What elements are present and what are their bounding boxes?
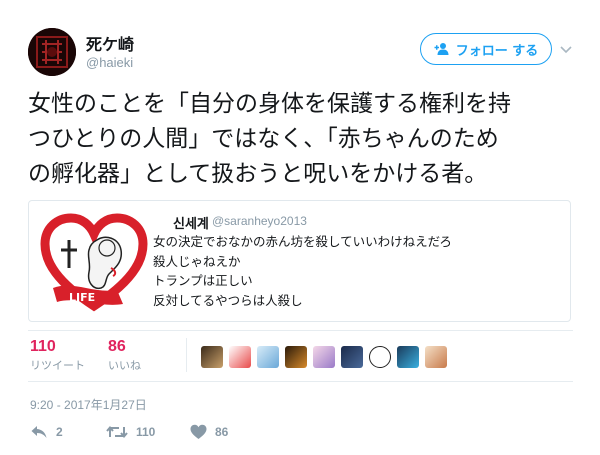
quoted-tweet-display-name: 신세계 (173, 217, 209, 232)
like-stat[interactable]: 86 いいね (108, 338, 141, 373)
quoted-tweet-handle: @saranheyo2013 (212, 214, 307, 228)
tweet-actions: 2 110 86 (30, 424, 270, 440)
like-button[interactable]: 86 (190, 424, 270, 440)
follow-button-label: フォロー する (455, 43, 539, 59)
stats-divider-top (28, 330, 573, 331)
tweet-text-line: 女性のことを「自分の身体を保護する権利を持 (28, 91, 511, 117)
liker-avatar[interactable] (285, 346, 307, 368)
liker-avatars (201, 346, 447, 368)
add-user-icon (434, 43, 449, 55)
tweet-timestamp[interactable]: 9:20 - 2017年1月27日 (30, 396, 147, 413)
liker-avatar[interactable] (425, 346, 447, 368)
quoted-tweet-image-text: LIFE (69, 291, 95, 304)
stats-divider-bottom (28, 381, 573, 382)
author-display-name[interactable]: 死ケ崎 (86, 31, 134, 55)
like-count: 86 (108, 338, 126, 355)
quoted-tweet-line: 殺人じゃねえか (153, 253, 241, 269)
retweet-stat[interactable]: 110 リツイート (30, 338, 85, 373)
quoted-tweet-image: LIFE (39, 210, 149, 313)
quoted-tweet-line: トランプは正しい (153, 273, 253, 288)
chevron-down-icon[interactable] (559, 42, 573, 56)
liker-avatar[interactable] (397, 346, 419, 368)
liker-avatar[interactable] (341, 346, 363, 368)
retweet-label: リツイート (30, 359, 85, 372)
reply-count: 2 (56, 425, 63, 439)
tweet-text: 女性のことを「自分の身体を保護する権利を持 つひとりの人間」ではなく、「赤ちゃん… (28, 87, 573, 192)
stats-separator (186, 338, 187, 372)
retweet-button[interactable]: 110 (106, 424, 190, 440)
retweet-action-count: 110 (136, 425, 156, 439)
heart-icon (190, 424, 207, 439)
follow-button[interactable]: フォロー する (420, 33, 552, 65)
author-avatar[interactable] (28, 28, 76, 76)
quoted-tweet[interactable]: LIFE 신세계 @saranheyo2013 女の決定でおなかの赤ん坊を殺して… (28, 200, 571, 322)
tweet-text-line: つひとりの人間」ではなく、「赤ちゃんのため (28, 126, 499, 152)
quoted-tweet-text: 女の決定でおなかの赤ん坊を殺していいわけねえだろ 殺人じゃねえか トランプは正し… (153, 232, 452, 310)
author-avatar-image (28, 28, 76, 76)
author-handle[interactable]: @haieki (86, 55, 133, 70)
quoted-tweet-line: 女の決定でおなかの赤ん坊を殺していいわけねえだろ (153, 234, 452, 249)
retweet-icon (106, 425, 128, 439)
reply-button[interactable]: 2 (30, 424, 106, 440)
liker-avatar[interactable] (369, 346, 391, 368)
liker-avatar[interactable] (229, 346, 251, 368)
like-action-count: 86 (215, 425, 229, 439)
tweet-text-line: の孵化器」として扱おうと呪いをかける者。 (28, 161, 488, 187)
reply-icon (31, 426, 47, 438)
liker-avatar[interactable] (201, 346, 223, 368)
liker-avatar[interactable] (313, 346, 335, 368)
liker-avatar[interactable] (257, 346, 279, 368)
retweet-count: 110 (30, 338, 56, 355)
quoted-tweet-line: 反対してるやつらは人殺し (153, 292, 303, 308)
like-label: いいね (108, 359, 141, 372)
